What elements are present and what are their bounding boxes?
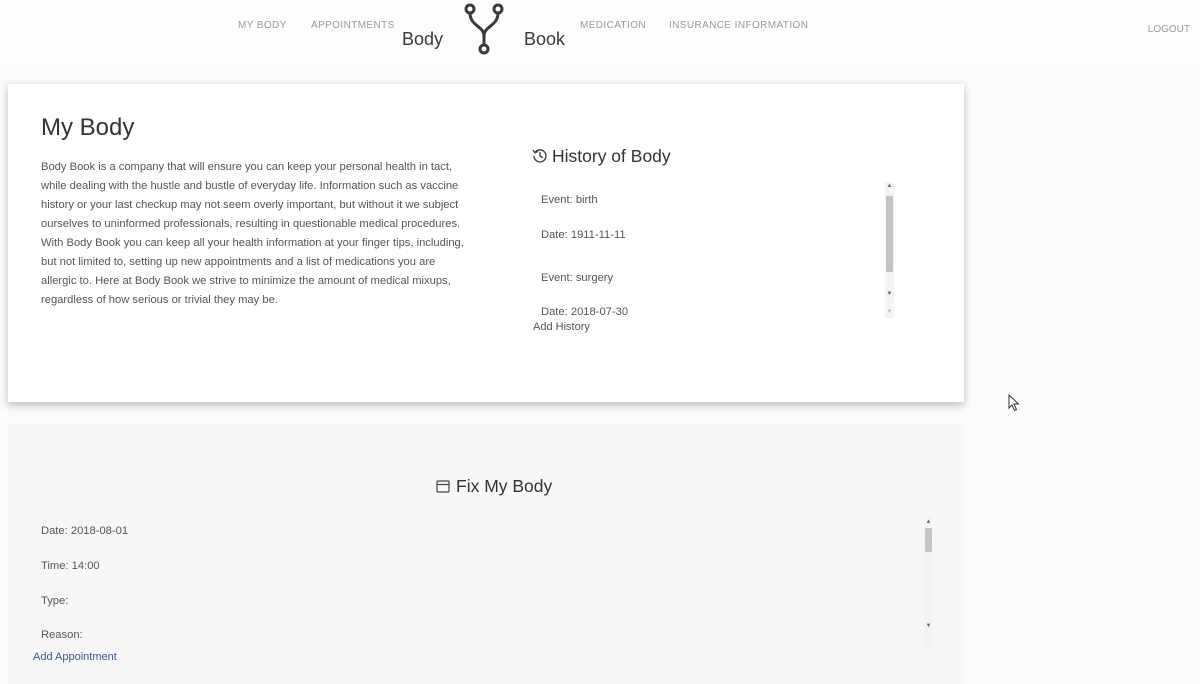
about-paragraph: Body Book is a company that will ensure … [41, 161, 464, 306]
brand-word-body[interactable]: Body [402, 29, 443, 50]
nav-link-appointments[interactable]: APPOINTMENTS [311, 20, 395, 31]
history-item-event: Event: surgery [541, 272, 614, 284]
top-navbar: MY BODY APPOINTMENTS Body Book MEDICATIO… [0, 0, 1200, 62]
scroll-down-arrow-icon[interactable]: ▼ [885, 290, 894, 298]
fork-logo-icon[interactable] [462, 2, 506, 58]
history-item-date: Date: 2018-07-30 [541, 306, 629, 318]
appointment-scrollbar-thumb[interactable] [925, 528, 932, 552]
scroll-up-arrow-icon[interactable]: ▲ [885, 182, 894, 190]
history-heading-text: History of Body [552, 146, 671, 166]
appointment-reason: Reason: [41, 629, 83, 641]
page-title: My Body [41, 114, 135, 141]
history-heading: History of Body [532, 146, 671, 167]
calendar-icon [436, 480, 450, 493]
scroll-down-arrow-icon[interactable]: ▼ [924, 622, 933, 630]
my-body-card: My Body Body Book is a company that will… [8, 84, 964, 402]
brand-word-book[interactable]: Book [524, 29, 565, 50]
add-appointment-link[interactable]: Add Appointment [33, 651, 117, 663]
nav-link-my-body[interactable]: MY BODY [238, 20, 287, 31]
scroll-down-arrow-icon[interactable]: ▼ [885, 308, 894, 316]
history-scrollbar-thumb[interactable] [886, 196, 893, 272]
appointment-list[interactable]: Date: 2018-08-01 Time: 14:00 Type: Reaso… [20, 516, 940, 644]
fix-my-body-section: Fix My Body Date: 2018-08-01 Time: 14:00… [8, 424, 964, 684]
appointment-time: Time: 14:00 [41, 560, 100, 572]
appointment-scrollbar[interactable]: ▲ ▼ [924, 518, 933, 646]
fix-heading-text: Fix My Body [456, 476, 553, 496]
history-list[interactable]: Event: birth Date: 1911-11-11 Event: sur… [528, 182, 898, 318]
logout-link[interactable]: LOGOUT [1148, 24, 1190, 35]
add-history-link[interactable]: Add History [533, 321, 590, 333]
mouse-cursor-icon [1008, 394, 1020, 412]
fix-heading: Fix My Body [436, 476, 552, 497]
scroll-up-arrow-icon[interactable]: ▲ [924, 518, 933, 526]
history-item-date: Date: 1911-11-11 [541, 229, 626, 241]
history-icon [532, 149, 547, 163]
appointment-date: Date: 2018-08-01 [41, 525, 129, 537]
nav-link-insurance-information[interactable]: INSURANCE INFORMATION [669, 20, 808, 31]
history-scrollbar[interactable]: ▲ ▼ ▼ [885, 182, 894, 318]
history-item-event: Event: birth [541, 194, 598, 206]
nav-link-medication[interactable]: MEDICATION [580, 20, 646, 31]
appointment-type: Type: [41, 595, 69, 607]
